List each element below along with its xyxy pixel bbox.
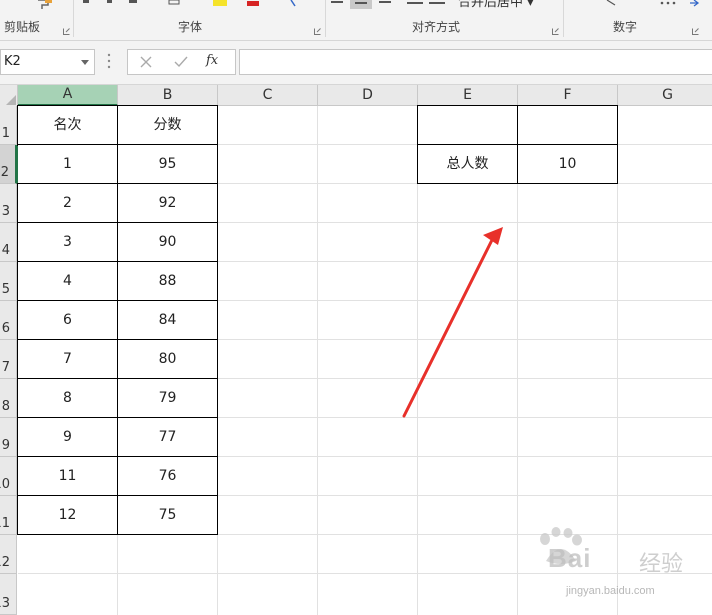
annotation-arrow-icon [402,227,503,418]
watermark-url: jingyan.baidu.com [566,585,655,597]
watermark-brand: Bai [548,543,592,573]
watermark-brand-suffix: 经验 [639,552,684,577]
